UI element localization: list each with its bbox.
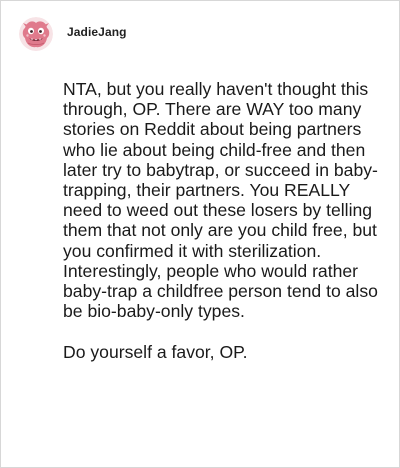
avatar[interactable] [19,17,53,51]
post-paragraph: NTA, but you really haven't thought this… [63,79,378,322]
post-body: NTA, but you really haven't thought this… [63,79,393,362]
post-header: JadieJang [19,17,127,51]
post-card: JadieJang NTA, but you really haven't th… [0,0,400,468]
pink-creature-avatar-icon [19,17,53,51]
username[interactable]: JadieJang [67,25,127,39]
post-paragraph: Do yourself a favor, OP. [63,341,248,362]
